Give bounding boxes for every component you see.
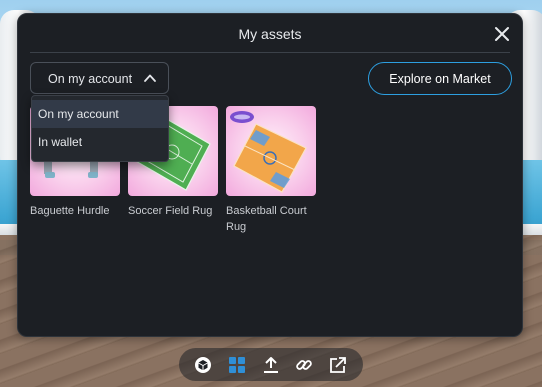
basketball-court-rug-image — [230, 111, 307, 193]
menu-item-on-my-account[interactable]: On my account — [32, 100, 168, 128]
asset-name: Baguette Hurdle — [30, 205, 110, 217]
dropdown-selected-label: On my account — [48, 72, 133, 86]
header-divider — [30, 52, 510, 53]
asset-thumbnail — [226, 106, 316, 196]
grid-icon — [229, 357, 245, 373]
toolbar-link-button[interactable] — [295, 356, 313, 374]
external-link-icon — [330, 357, 346, 373]
asset-card[interactable]: Basketball Court Rug — [226, 106, 318, 235]
bottom-toolbar — [179, 348, 363, 381]
link-icon — [296, 360, 312, 370]
asset-name: Basketball Court Rug — [226, 205, 307, 233]
location-filter-dropdown[interactable]: On my account — [30, 62, 169, 94]
chevron-up-icon — [144, 74, 156, 82]
modal-title: My assets — [238, 26, 302, 42]
toolbar-cube-button[interactable] — [194, 356, 212, 374]
upload-icon — [264, 357, 278, 373]
cube-icon — [195, 357, 211, 373]
close-button[interactable] — [493, 25, 511, 43]
toolbar-upload-button[interactable] — [262, 356, 280, 374]
toolbar-external-link-button[interactable] — [329, 356, 347, 374]
toolbar-grid-button[interactable] — [228, 356, 246, 374]
location-filter-menu: On my account In wallet — [31, 95, 169, 162]
asset-name: Soccer Field Rug — [128, 205, 213, 217]
explore-on-market-button[interactable]: Explore on Market — [368, 62, 512, 95]
my-assets-modal: My assets On my account Explore on Marke… — [17, 13, 523, 337]
close-icon — [495, 27, 509, 41]
menu-item-in-wallet[interactable]: In wallet — [32, 128, 168, 156]
